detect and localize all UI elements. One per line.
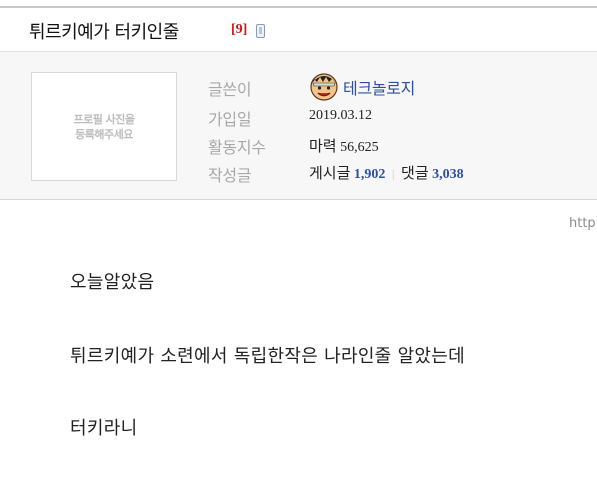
activity-type-label: 마력 (309, 137, 337, 155)
posts-label: 작성글 (208, 166, 252, 185)
comment-count-badge[interactable]: [9] (231, 22, 247, 38)
stats-separator: | (391, 166, 395, 181)
post-title: 튀르키예가 터키인줄 (29, 22, 179, 43)
author-label: 글쓴이 (208, 80, 252, 99)
comment-count-label: 댓글 (401, 164, 429, 182)
source-url-hint[interactable]: http (569, 216, 596, 231)
activity-label: 활동지수 (208, 138, 266, 157)
joined-label: 가입일 (208, 110, 252, 129)
post-count-label: 게시글 (309, 164, 351, 182)
post-title-bar: 튀르키예가 터키인줄 [9] (0, 6, 597, 52)
author-profile-section: 프로필 사진을 등록해주세요 글쓴이 테크놀로지 가입일 2019.03.12 … (0, 52, 597, 200)
photo-placeholder-text-1: 프로필 사진을 (73, 112, 135, 126)
post-count-link[interactable]: 1,902 (354, 167, 386, 182)
profile-photo-placeholder: 프로필 사진을 등록해주세요 (31, 72, 177, 181)
body-line-3: 터키라니 (70, 418, 138, 439)
comment-count-link[interactable]: 3,038 (432, 167, 464, 182)
photo-placeholder-text-2: 등록해주세요 (75, 127, 133, 141)
post-stats: 게시글 1,902 | 댓글 3,038 (309, 162, 464, 183)
body-line-1: 오늘알았음 (70, 272, 155, 293)
body-line-2: 튀르키예가 소련에서 독립한작은 나라인줄 알았는데 (70, 346, 466, 367)
joined-date: 2019.03.12 (309, 108, 372, 123)
activity-number: 56,625 (340, 140, 379, 155)
author-nickname-link[interactable]: 테크놀로지 (343, 75, 415, 99)
activity-value: 마력 56,625 (309, 135, 379, 156)
mobile-phone-icon (256, 24, 265, 38)
user-avatar-icon[interactable] (309, 71, 339, 101)
